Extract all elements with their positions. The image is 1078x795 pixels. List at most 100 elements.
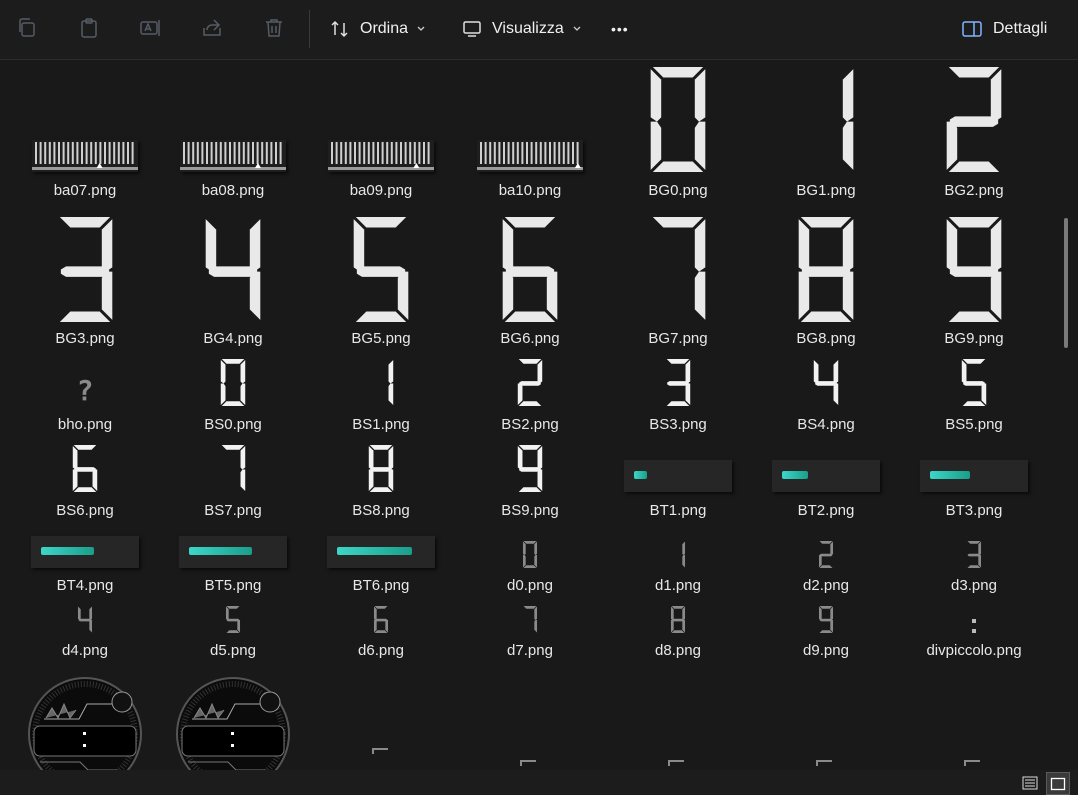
digit-3-glyph <box>59 217 113 322</box>
file-thumbnail <box>307 606 455 633</box>
file-name: ba10.png <box>498 182 562 199</box>
file-thumbnail <box>604 606 752 633</box>
file-thumbnail <box>159 536 307 568</box>
digit-6-glyph <box>72 445 98 492</box>
file-thumbnail <box>456 541 604 568</box>
details-view-button[interactable] <box>1019 772 1041 793</box>
file-name: BG1.png <box>796 182 856 199</box>
digit-1-glyph <box>842 69 854 170</box>
file-thumbnail <box>11 536 159 568</box>
progress-bar-image <box>327 536 435 568</box>
sort-label: Ordina <box>360 20 409 37</box>
file-name: BG6.png <box>500 330 560 347</box>
file-thumbnail <box>752 217 900 322</box>
partial-file-thumbnail <box>668 760 684 770</box>
file-thumbnail <box>307 359 455 406</box>
more-options-button[interactable]: ••• <box>611 14 629 44</box>
paste-icon[interactable] <box>77 16 101 40</box>
file-thumbnail <box>456 140 604 172</box>
file-name: ba07.png <box>53 182 117 199</box>
file-name: BT2.png <box>797 502 855 519</box>
file-thumbnail <box>604 217 752 322</box>
digit-9-glyph <box>818 606 834 633</box>
file-name: d6.png <box>358 642 404 659</box>
file-name: BT1.png <box>649 502 707 519</box>
file-name: bho.png <box>57 416 113 433</box>
file-name: BG4.png <box>203 330 263 347</box>
file-thumbnail <box>307 140 455 172</box>
file-name: BS9.png <box>501 502 559 519</box>
digit-2-glyph <box>818 541 834 568</box>
ruler-image <box>477 140 583 172</box>
progress-bar-image <box>772 460 880 492</box>
watch-face-image <box>26 674 144 770</box>
file-thumbnail <box>11 217 159 322</box>
view-button[interactable]: Visualizza <box>462 14 582 44</box>
digit-4-glyph <box>77 606 93 633</box>
file-thumbnail <box>11 140 159 172</box>
progress-bar-fill <box>930 471 970 479</box>
file-thumbnail <box>752 359 900 406</box>
file-thumbnail <box>11 606 159 633</box>
file-thumbnail <box>604 541 752 568</box>
file-thumbnail <box>307 217 455 322</box>
partial-file-thumbnail <box>964 760 980 770</box>
sort-button[interactable]: Ordina <box>330 14 426 44</box>
list-view-icon <box>1022 776 1038 789</box>
file-name: d9.png <box>803 642 849 659</box>
file-thumbnail <box>604 67 752 172</box>
file-name: d0.png <box>507 577 553 594</box>
file-thumbnail <box>11 674 159 770</box>
watch-face-image <box>174 674 292 770</box>
file-name: ba09.png <box>349 182 413 199</box>
file-name: BS2.png <box>501 416 559 433</box>
sort-icon <box>331 20 348 38</box>
file-name: BT4.png <box>56 577 114 594</box>
digit-7-glyph <box>523 606 538 633</box>
file-name: divpiccolo.png <box>926 642 1022 659</box>
chevron-down-icon <box>417 26 425 31</box>
large-icons-view-icon <box>1050 777 1066 790</box>
delete-icon[interactable] <box>262 16 286 40</box>
progress-bar-image <box>920 460 1028 492</box>
progress-bar-image <box>624 460 732 492</box>
file-thumbnail <box>456 217 604 322</box>
copy-icon[interactable] <box>15 16 39 40</box>
share-icon[interactable] <box>200 16 224 40</box>
digit-5-glyph <box>353 217 409 322</box>
tiles-view-button[interactable] <box>1046 772 1070 795</box>
file-name: d7.png <box>507 642 553 659</box>
file-thumbnail <box>900 460 1048 492</box>
rename-icon[interactable] <box>138 16 162 40</box>
progress-bar-image <box>31 536 139 568</box>
file-thumbnail <box>159 140 307 172</box>
details-button[interactable]: Dettagli <box>961 14 1047 44</box>
file-name: d1.png <box>655 577 701 594</box>
progress-bar-image <box>179 536 287 568</box>
file-thumbnail <box>456 606 604 633</box>
status-bar <box>0 770 1078 795</box>
digit-2-glyph <box>946 67 1002 172</box>
chevron-down-icon <box>573 26 581 31</box>
file-name: d3.png <box>951 577 997 594</box>
file-thumbnail <box>159 674 307 770</box>
file-name: d4.png <box>62 642 108 659</box>
file-name: BG7.png <box>648 330 708 347</box>
question-mark-image: ? <box>76 374 94 407</box>
file-thumbnail <box>900 359 1048 406</box>
toolbar-divider <box>309 10 310 48</box>
details-label: Dettagli <box>993 20 1048 37</box>
file-name: BG0.png <box>648 182 708 199</box>
file-name: BS5.png <box>945 416 1003 433</box>
digit-0-glyph <box>522 541 538 568</box>
digit-8-glyph <box>670 606 686 633</box>
digit-8-glyph <box>368 445 394 492</box>
file-name: d5.png <box>210 642 256 659</box>
digit-0-glyph <box>220 359 246 406</box>
ruler-image <box>328 140 434 172</box>
digit-5-glyph <box>961 359 987 406</box>
view-label: Visualizza <box>492 20 564 37</box>
vertical-scrollbar[interactable] <box>1064 218 1068 348</box>
progress-bar-fill <box>41 547 94 555</box>
file-thumbnail <box>900 67 1048 172</box>
